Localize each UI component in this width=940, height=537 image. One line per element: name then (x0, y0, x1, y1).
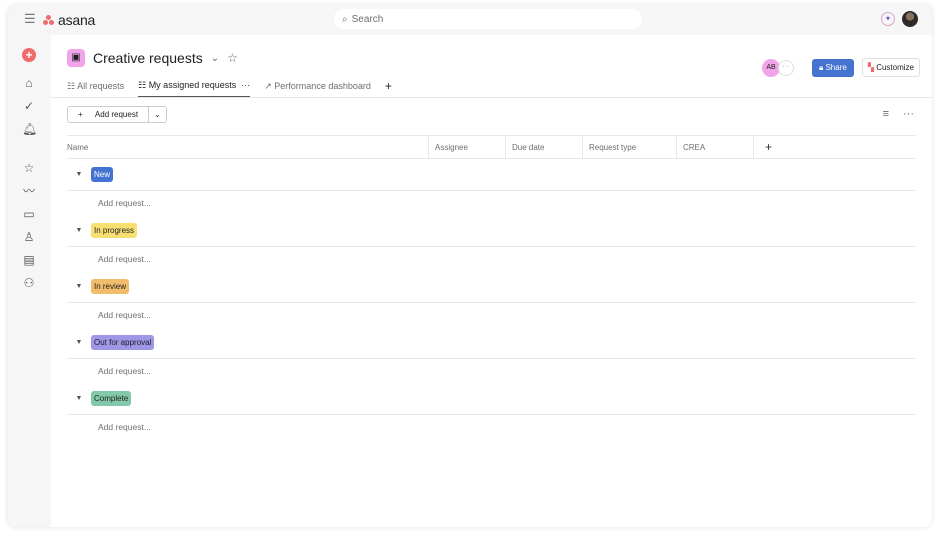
section-tag[interactable]: New (91, 167, 114, 182)
page-title: Creative requests (93, 50, 203, 66)
inbox-bell-icon[interactable]: 🔔︎ (22, 122, 37, 136)
section-header: ▼ Complete (67, 383, 916, 415)
section-tag[interactable]: In review (91, 279, 130, 294)
main-panel: ▣ Creative requests ⌄ ☆ ☷ All requests ☷… (51, 35, 932, 527)
add-request-row[interactable]: Add request... (67, 359, 916, 383)
create-icon[interactable]: + (22, 48, 36, 62)
requests-table: Name Assignee Due date Request type CREA… (67, 135, 916, 439)
table-header: Name Assignee Due date Request type CREA… (67, 135, 916, 159)
column-header-name[interactable]: Name (67, 136, 428, 158)
list-icon: ☷ (67, 80, 78, 91)
people-icon[interactable]: ♙ (22, 230, 36, 244)
customize-icon: ▚ (867, 63, 877, 72)
customize-label: Customize (876, 63, 914, 72)
my-tasks-icon[interactable]: ✓ (22, 99, 36, 113)
tab-label: All requests (77, 80, 125, 91)
section-tag[interactable]: Complete (91, 391, 132, 406)
caret-down-icon[interactable]: ▼ (67, 171, 91, 178)
search-input[interactable]: ⌕ Search (334, 9, 642, 29)
section-header: ▼ Out for approval (67, 327, 916, 359)
caret-down-icon[interactable]: ▼ (67, 395, 91, 402)
tab-label: My assigned requests (148, 79, 237, 90)
section-tag[interactable]: In progress (91, 223, 138, 238)
column-header-due-date[interactable]: Due date (505, 136, 582, 158)
add-request-row[interactable]: Add request... (67, 247, 916, 271)
column-header-assignee[interactable]: Assignee (428, 136, 505, 158)
section-header: ▼ In progress (67, 215, 916, 247)
projects-folder-icon[interactable]: ▭ (22, 207, 36, 221)
teams-icon[interactable]: ⚇ (22, 276, 36, 290)
share-label: Share (825, 62, 847, 72)
chevron-down-icon[interactable]: ⌄ (211, 53, 219, 64)
chevron-down-icon[interactable]: ⌄ (148, 107, 166, 122)
column-header-crea[interactable]: CREA (676, 136, 753, 158)
logo-text: asana (58, 12, 96, 28)
tab-all-requests[interactable]: ☷ All requests (67, 81, 124, 97)
more-members-icon[interactable]: ··· (777, 59, 794, 76)
chart-icon: ↗ (264, 80, 275, 91)
ai-icon[interactable]: ✦ (881, 12, 895, 26)
project-icon: ▣ (67, 49, 85, 67)
asana-logo[interactable]: asana (43, 12, 95, 28)
share-button[interactable]: 🔒︎ Share (811, 58, 854, 77)
search-placeholder: Search (351, 13, 384, 25)
user-avatar[interactable] (902, 11, 918, 27)
plus-icon: + (78, 110, 85, 119)
add-request-row[interactable]: Add request... (67, 415, 916, 439)
section-tag[interactable]: Out for approval (91, 335, 155, 350)
add-tab-icon[interactable]: + (385, 79, 392, 98)
tab-my-assigned-requests[interactable]: ☷ My assigned requests ··· (138, 79, 251, 98)
search-icon: ⌕ (342, 13, 348, 25)
tab-label: Performance dashboard (274, 80, 371, 91)
add-request-label: Add request (94, 110, 139, 119)
portfolio-icon[interactable]: ▤ (22, 253, 36, 267)
add-request-button[interactable]: + Add request ⌄ (67, 106, 167, 123)
filter-icon[interactable]: ≡ (883, 108, 889, 120)
menu-icon[interactable]: ☰ (24, 12, 36, 25)
sidebar: + ⌂ ✓ 🔔︎ ☆ 〰 ▭ ♙ ▤ ⚇ (8, 35, 51, 527)
home-icon[interactable]: ⌂ (22, 76, 36, 90)
tab-performance-dashboard[interactable]: ↗ Performance dashboard (264, 81, 371, 97)
customize-button[interactable]: ▚ Customize (861, 58, 920, 77)
favorites-star-icon[interactable]: ☆ (22, 161, 36, 175)
list-icon: ☷ (138, 79, 149, 90)
divider (51, 97, 932, 98)
caret-down-icon[interactable]: ▼ (67, 339, 91, 346)
more-icon[interactable]: ··· (239, 80, 250, 90)
app-window: ☰ asana ⌕ Search ✦ + ⌂ ✓ 🔔︎ ☆ 〰 ▭ ♙ ▤ ⚇ ▣… (8, 5, 932, 527)
add-request-row[interactable]: Add request... (67, 191, 916, 215)
top-bar: ☰ asana ⌕ Search ✦ (8, 5, 932, 35)
section-header: ▼ In review (67, 271, 916, 303)
more-options-icon[interactable]: ··· (903, 108, 914, 120)
caret-down-icon[interactable]: ▼ (67, 283, 91, 290)
column-header-request-type[interactable]: Request type (582, 136, 676, 158)
caret-down-icon[interactable]: ▼ (67, 227, 91, 234)
star-icon[interactable]: ☆ (227, 51, 238, 65)
add-request-row[interactable]: Add request... (67, 303, 916, 327)
add-column-icon[interactable]: + (753, 136, 783, 158)
section-header: ▼ New (67, 159, 916, 191)
reporting-icon[interactable]: 〰 (22, 184, 36, 198)
